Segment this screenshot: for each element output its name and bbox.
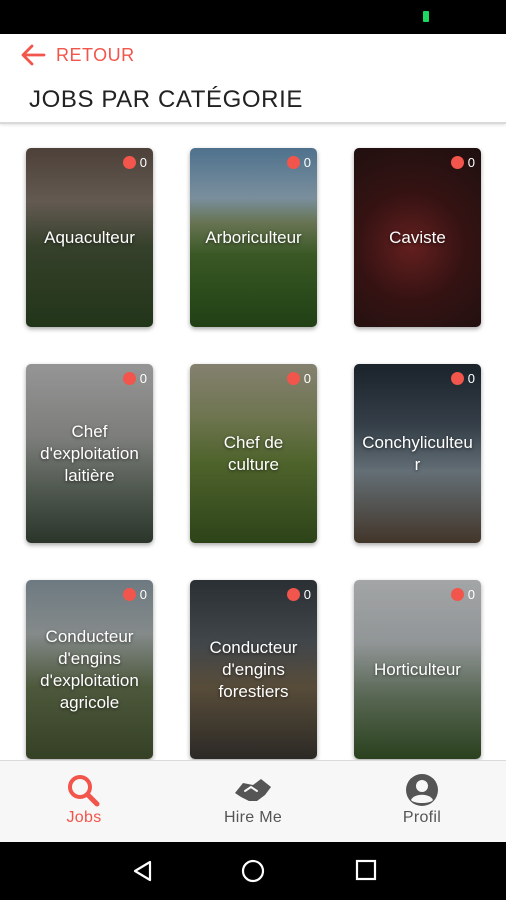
badge-dot-icon [286, 372, 300, 385]
nav-tab-profil[interactable]: Profil [338, 761, 506, 842]
badge-dot-icon [450, 372, 464, 385]
account-icon [406, 774, 438, 806]
job-count-badge: 0 [450, 155, 475, 170]
category-card-aquaculteur[interactable]: 0 Aquaculteur [26, 148, 153, 327]
bottom-nav: Jobs Hire Me Profil [0, 760, 506, 842]
badge-dot-icon [450, 156, 464, 169]
category-title: Aquaculteur [44, 227, 135, 247]
job-count: 0 [139, 155, 147, 170]
job-count: 0 [139, 371, 147, 386]
system-navigation-bar [0, 842, 506, 900]
status-bar [0, 0, 506, 34]
badge-dot-icon [122, 156, 136, 169]
job-count-badge: 0 [450, 371, 475, 386]
category-title: Arboriculteur [205, 227, 302, 247]
category-title: Horticulteur [374, 659, 461, 679]
app-header: RETOUR JOBS PAR CATÉGORIE [0, 34, 506, 124]
home-circle-icon[interactable] [241, 859, 265, 883]
job-count-badge: 0 [122, 587, 147, 602]
job-count: 0 [467, 587, 475, 602]
job-count: 0 [467, 371, 475, 386]
job-count-badge: 0 [122, 371, 147, 386]
back-button[interactable]: RETOUR [20, 44, 135, 66]
nav-tab-label: Hire Me [223, 809, 283, 826]
category-card-caviste[interactable]: 0 Caviste [354, 148, 481, 327]
nav-tab-jobs[interactable]: Jobs [0, 761, 168, 842]
category-title: Chef d'exploitation laitière [40, 421, 139, 485]
job-count-badge: 0 [286, 371, 311, 386]
category-card-chef-de-culture[interactable]: 0 Chef de culture [190, 364, 317, 543]
badge-dot-icon [122, 372, 136, 385]
arrow-left-icon [21, 44, 46, 66]
category-card-horticulteur[interactable]: 0 Horticulteur [354, 580, 481, 759]
category-title: Chef de culture [223, 432, 284, 474]
category-title: Conducteur d'engins forestiers [209, 637, 298, 701]
nav-tab-label: Jobs [66, 809, 102, 826]
category-card-conducteur-engins-forestiers[interactable]: 0 Conducteur d'engins forestiers [190, 580, 317, 759]
search-icon [68, 775, 100, 807]
job-count: 0 [303, 155, 311, 170]
job-count: 0 [303, 587, 311, 602]
category-card-arboriculteur[interactable]: 0 Arboriculteur [190, 148, 317, 327]
job-count: 0 [139, 587, 147, 602]
category-title: Conchyliculteur [362, 432, 473, 474]
back-label: RETOUR [56, 44, 135, 65]
badge-dot-icon [450, 588, 464, 601]
job-count-badge: 0 [286, 587, 311, 602]
nav-tab-label: Profil [402, 809, 442, 826]
category-card-conducteur-engins-agricole[interactable]: 0 Conducteur d'engins d'exploitation agr… [26, 580, 153, 759]
job-count-badge: 0 [122, 155, 147, 170]
job-count-badge: 0 [286, 155, 311, 170]
category-card-chef-exploitation-laitiere[interactable]: 0 Chef d'exploitation laitière [26, 364, 153, 543]
badge-dot-icon [286, 588, 300, 601]
page-title: JOBS PAR CATÉGORIE [29, 86, 303, 113]
badge-dot-icon [286, 156, 300, 169]
nav-tab-hire-me[interactable]: Hire Me [169, 761, 337, 842]
handshake-icon [235, 779, 271, 801]
job-count: 0 [303, 371, 311, 386]
recents-square-icon[interactable] [355, 859, 377, 881]
category-title: Conducteur d'engins d'exploitation agric… [40, 626, 139, 712]
app-screen: RETOUR JOBS PAR CATÉGORIE 0 Aquaculteur … [0, 34, 506, 842]
job-count-badge: 0 [450, 587, 475, 602]
badge-dot-icon [122, 588, 136, 601]
battery-icon [423, 11, 429, 22]
category-title: Caviste [389, 227, 446, 247]
job-count: 0 [467, 155, 475, 170]
category-card-conchyliculteur[interactable]: 0 Conchyliculteur [354, 364, 481, 543]
back-triangle-icon[interactable] [130, 859, 154, 883]
